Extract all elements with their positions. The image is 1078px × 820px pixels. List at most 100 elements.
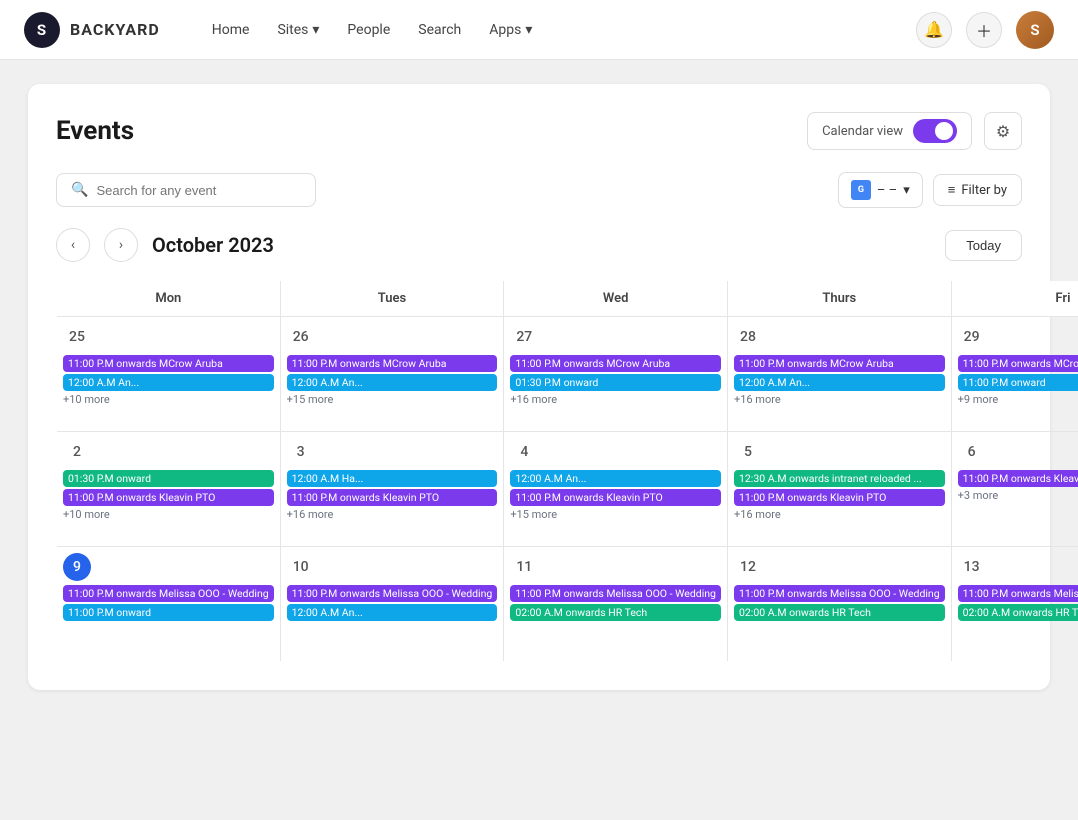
bell-icon: 🔔 [924,20,944,39]
page-title: Events [56,116,134,146]
prev-month-button[interactable]: ‹ [56,228,90,262]
calendar-header-row: Mon Tues Wed Thurs Fri Sat Sun [57,281,1078,317]
list-item[interactable]: 12:00 A.M An... [63,374,274,391]
list-item[interactable]: 02:00 A.M onwards HR Tech [958,604,1078,621]
more-events-link[interactable]: +3 more [958,489,1078,502]
list-item[interactable]: 11:00 P.M onwards MCrow Aruba [287,355,498,372]
list-item[interactable]: 12:30 A.M onwards intranet reloaded ... [734,470,945,487]
calendar-nav: ‹ › October 2023 Today [56,228,1022,262]
list-item[interactable]: 12:00 A.M Ha... [287,470,498,487]
list-item[interactable]: 11:00 P.M onwards Kleavin PTO [510,489,721,506]
list-item[interactable]: 02:00 A.M onwards HR Tech [734,604,945,621]
more-events-link[interactable]: +9 more [958,393,1078,406]
notifications-button[interactable]: 🔔 [916,12,952,48]
more-events-link[interactable]: +16 more [734,508,945,521]
list-item[interactable]: 11:00 P.M onwards Kleavin PTO [63,489,274,506]
nav-search[interactable]: Search [418,22,461,38]
filter-button[interactable]: ≡ Filter by [933,174,1022,206]
calendar-grid: Mon Tues Wed Thurs Fri Sat Sun 2511:00 P… [56,280,1078,662]
more-events-link[interactable]: +15 more [510,508,721,521]
day-number: 29 [958,323,986,351]
day-number: 3 [287,438,315,466]
toggle-switch[interactable] [913,119,957,143]
table-row[interactable]: 13 11:00 P.M onwards Melissa OOO - Weddin… [951,547,1078,662]
list-item[interactable]: 11:00 P.M onwards Melissa OOO - Wedding [734,585,945,602]
table-row[interactable]: 911:00 P.M onwards Melissa OOO - Wedding… [57,547,281,662]
table-row[interactable]: 4 12:00 A.M An... 11:00 P.M onwards Kleavi… [504,432,728,547]
nav-people[interactable]: People [347,22,390,38]
list-item[interactable]: 12:00 A.M An... [734,374,945,391]
table-row[interactable]: 512:30 A.M onwards intranet reloaded ...… [727,432,951,547]
more-events-link[interactable]: +15 more [287,393,498,406]
day-number: 11 [510,553,538,581]
gear-icon: ⚙ [996,122,1010,141]
table-row[interactable]: 1011:00 P.M onwards Melissa OOO - Weddin… [280,547,504,662]
list-item[interactable]: 11:00 P.M onwards MCrow Aruba [510,355,721,372]
add-button[interactable]: ＋ [966,12,1002,48]
list-item[interactable]: 11:00 P.M onwards Melissa OOO - Wedding [510,585,721,602]
list-item[interactable]: 11:00 P.M onwards MCrow Aruba [63,355,274,372]
day-number: 13 [958,553,986,581]
nav-sites[interactable]: Sites ▾ [277,22,319,38]
table-row[interactable]: 28 11:00 P.M onwards MCrow Aruba 12:00 A.M… [727,317,951,432]
today-button[interactable]: Today [945,230,1022,261]
brand[interactable]: S BACKYARD [24,12,160,48]
table-row[interactable]: 2611:00 P.M onwards MCrow Aruba12:00 A.M… [280,317,504,432]
table-row[interactable]: 2711:00 P.M onwards MCrow Aruba01:30 P.M… [504,317,728,432]
nav-home[interactable]: Home [212,22,250,38]
settings-button[interactable]: ⚙ [984,112,1022,150]
list-item[interactable]: 11:00 P.M onwards Melissa OOO - Wedding [287,585,498,602]
search-input[interactable] [96,183,301,198]
list-item[interactable]: 11:00 P.M onward [958,374,1078,391]
table-row[interactable]: 2 01:30 P.M onward 11:00 P.M onwards Kleav… [57,432,281,547]
calendar-source-button[interactable]: G – – ▾ [838,172,923,208]
col-wed: Wed [504,281,728,317]
table-row[interactable]: 3 12:00 A.M Ha... 11:00 P.M onwards Kleavi… [280,432,504,547]
more-events-link[interactable]: +16 more [510,393,721,406]
toolbar-right: G – – ▾ ≡ Filter by [838,172,1022,208]
filter-label: Filter by [961,183,1007,198]
list-item[interactable]: 11:00 P.M onwards MCrow Aruba [958,355,1078,372]
calendar-view-toggle[interactable]: Calendar view [807,112,972,150]
list-item[interactable]: 12:00 A.M An... [287,604,498,621]
filter-icon: ≡ [948,182,956,198]
list-item[interactable]: 11:00 P.M onwards MCrow Aruba [734,355,945,372]
list-item[interactable]: 01:30 P.M onward [63,470,274,487]
list-item[interactable]: 11:00 P.M onwards Kleavin PTO [734,489,945,506]
list-item[interactable]: 12:00 A.M An... [287,374,498,391]
calendar-week-row: 2 01:30 P.M onward 11:00 P.M onwards Kleav… [57,432,1078,547]
topnav: S BACKYARD Home Sites ▾ People Search Ap… [0,0,1078,60]
topnav-right: 🔔 ＋ S [916,11,1054,49]
table-row[interactable]: 29 11:00 P.M onwards MCrow Aruba 11:00 P.M… [951,317,1078,432]
list-item[interactable]: 12:00 A.M An... [510,470,721,487]
chevron-down-icon: ▾ [903,183,910,198]
events-header: Events Calendar view ⚙ [56,112,1022,150]
calendar-view-label: Calendar view [822,124,903,139]
col-thurs: Thurs [727,281,951,317]
list-item[interactable]: 11:00 P.M onwards Melissa OOO - Wedding [63,585,274,602]
more-events-link[interactable]: +16 more [287,508,498,521]
avatar[interactable]: S [1016,11,1054,49]
day-number: 2 [63,438,91,466]
table-row[interactable]: 11 11:00 P.M onwards Melissa OOO - Weddin… [504,547,728,662]
more-events-link[interactable]: +16 more [734,393,945,406]
list-item[interactable]: 11:00 P.M onwards Melissa OOO - Wedding [958,585,1078,602]
nav-apps[interactable]: Apps ▾ [489,22,532,38]
list-item[interactable]: 01:30 P.M onward [510,374,721,391]
next-month-button[interactable]: › [104,228,138,262]
day-number: 4 [510,438,538,466]
table-row[interactable]: 2511:00 P.M onwards MCrow Aruba12:00 A.M… [57,317,281,432]
day-number: 6 [958,438,986,466]
calendar-week-row: 911:00 P.M onwards Melissa OOO - Wedding… [57,547,1078,662]
search-box[interactable]: 🔍 [56,173,316,207]
list-item[interactable]: 02:00 A.M onwards HR Tech [510,604,721,621]
list-item[interactable]: 11:00 P.M onwards Kleavin PTO [958,470,1078,487]
table-row[interactable]: 1211:00 P.M onwards Melissa OOO - Weddin… [727,547,951,662]
calendar-week-row: 2511:00 P.M onwards MCrow Aruba12:00 A.M… [57,317,1078,432]
more-events-link[interactable]: +10 more [63,508,274,521]
list-item[interactable]: 11:00 P.M onwards Kleavin PTO [287,489,498,506]
list-item[interactable]: 11:00 P.M onward [63,604,274,621]
table-row[interactable]: 6 11:00 P.M onwards Kleavin PTO +3 more [951,432,1078,547]
more-events-link[interactable]: +10 more [63,393,274,406]
day-number: 28 [734,323,762,351]
